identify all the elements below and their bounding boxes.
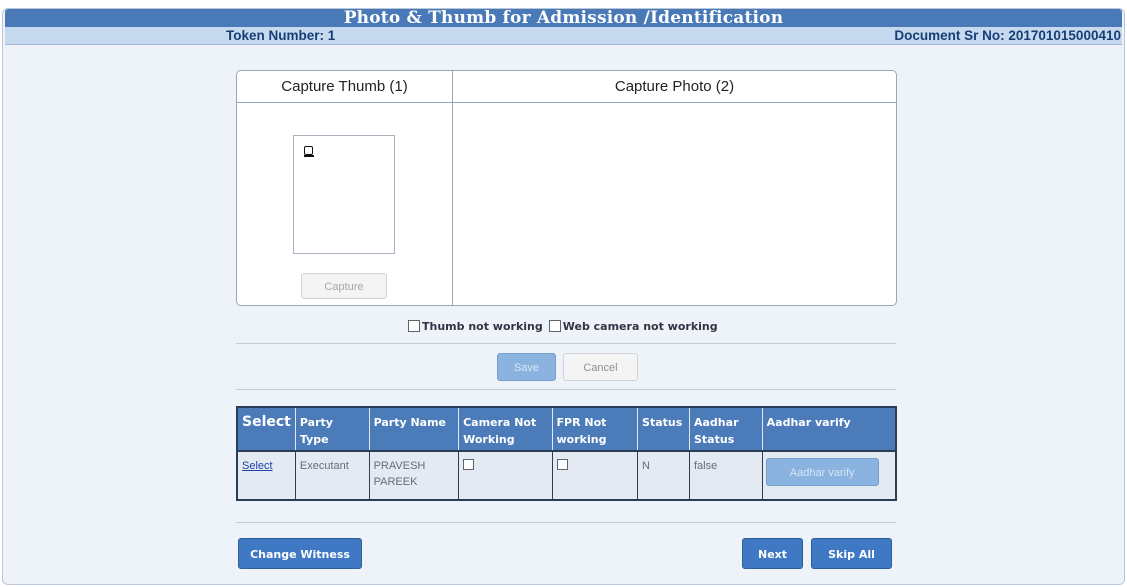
document-sr-number: Document Sr No: 201701015000410 xyxy=(894,28,1121,43)
capture-photo-heading: Capture Photo (2) xyxy=(453,71,896,103)
party-name-cell: PRAVESH PAREEK xyxy=(369,450,460,500)
select-link[interactable]: Select xyxy=(242,460,273,472)
web-camera-not-working-label: Web camera not working xyxy=(562,319,718,333)
change-witness-button[interactable]: Change Witness xyxy=(238,538,362,569)
capture-photo-section: Capture Photo (2) xyxy=(453,71,896,305)
camera-not-working-checkbox[interactable] xyxy=(463,459,475,470)
table-row: Select Executant PRAVESH PAREEK N false … xyxy=(237,450,896,500)
token-number: Token Number: 1 xyxy=(226,28,336,43)
col-header-party-name: Party Name xyxy=(369,407,460,451)
capture-button[interactable]: Capture xyxy=(301,273,387,299)
status-cell: N xyxy=(637,450,690,500)
col-header-aadhar-status: Aadhar Status xyxy=(689,407,763,451)
skip-all-button[interactable]: Skip All xyxy=(811,538,892,569)
thumb-not-working-checkbox[interactable] xyxy=(408,320,420,332)
divider xyxy=(236,522,896,523)
capture-thumb-section: Capture Thumb (1) Capture xyxy=(237,71,453,305)
party-type-cell: Executant xyxy=(295,450,370,500)
col-header-select: Select xyxy=(237,407,296,451)
capture-panel: Capture Thumb (1) Capture Capture Photo … xyxy=(236,70,897,306)
table-header-row: Select Party Type Party Name Camera Not … xyxy=(237,407,896,451)
token-bar: Token Number: 1 Document Sr No: 20170101… xyxy=(5,27,1122,45)
page-title: Photo & Thumb for Admission /Identificat… xyxy=(5,9,1122,27)
col-header-camera-not-working: Camera Not Working xyxy=(458,407,553,451)
save-button[interactable]: Save xyxy=(497,353,556,381)
divider xyxy=(236,343,896,344)
fpr-not-working-checkbox[interactable] xyxy=(556,459,568,470)
cancel-button[interactable]: Cancel xyxy=(563,353,638,381)
col-header-party-type: Party Type xyxy=(295,407,370,451)
aadhar-status-cell: false xyxy=(689,450,763,500)
capture-thumb-heading: Capture Thumb (1) xyxy=(237,71,452,103)
fingerprint-icon xyxy=(303,146,314,157)
aadhar-verify-button[interactable]: Aadhar varify xyxy=(765,458,879,486)
thumb-not-working-label: Thumb not working xyxy=(422,319,543,333)
party-table: Select Party Type Party Name Camera Not … xyxy=(236,406,897,501)
camera-not-working-cell xyxy=(458,450,553,500)
thumb-preview xyxy=(293,135,395,254)
web-camera-not-working-checkbox[interactable] xyxy=(548,320,561,332)
divider xyxy=(236,389,896,390)
device-options: Thumb not working Web camera not working xyxy=(408,318,718,334)
aadhar-verify-cell: Aadhar varify xyxy=(762,450,896,500)
col-header-fpr-not-working: FPR Not working xyxy=(552,407,639,451)
fpr-not-working-cell xyxy=(552,450,639,500)
col-header-status: Status xyxy=(637,407,690,451)
next-button[interactable]: Next xyxy=(742,538,803,569)
col-header-aadhar-verify: Aadhar varify xyxy=(762,407,896,451)
